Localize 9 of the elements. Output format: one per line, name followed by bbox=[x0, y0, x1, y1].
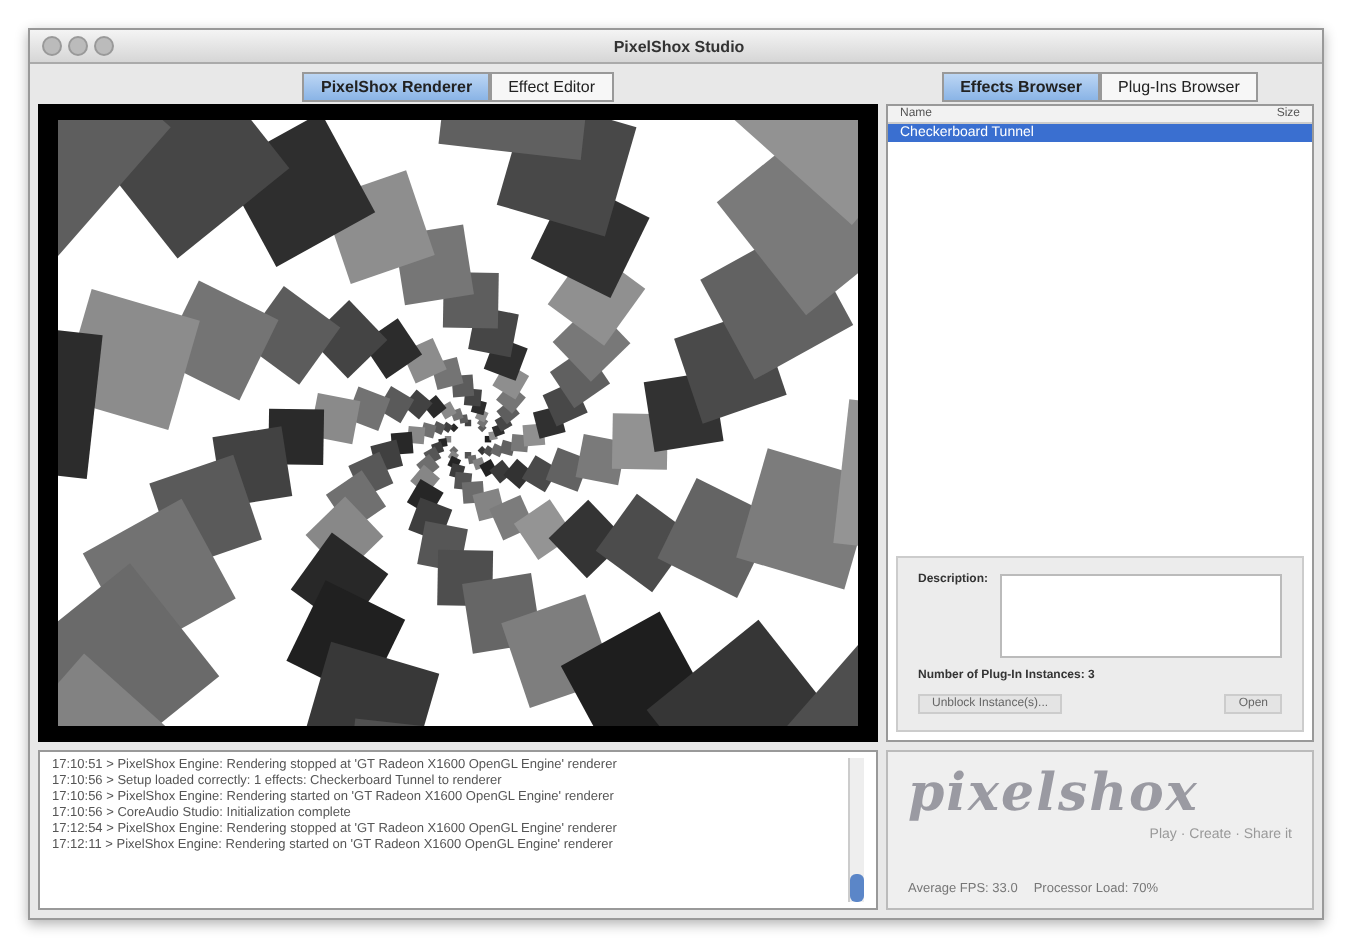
tab[interactable]: Plug-Ins Browser bbox=[1100, 71, 1258, 101]
scroll-thumb[interactable] bbox=[850, 874, 864, 902]
tab[interactable]: Effects Browser bbox=[942, 71, 1100, 101]
tab[interactable]: PixelShox Renderer bbox=[302, 71, 491, 101]
tab[interactable]: Effect Editor bbox=[490, 71, 614, 101]
window-title: PixelShox Studio bbox=[613, 37, 747, 55]
scrollbar[interactable] bbox=[848, 758, 864, 902]
description-field[interactable] bbox=[1000, 574, 1282, 658]
logo: pixelshox bbox=[908, 764, 1201, 824]
